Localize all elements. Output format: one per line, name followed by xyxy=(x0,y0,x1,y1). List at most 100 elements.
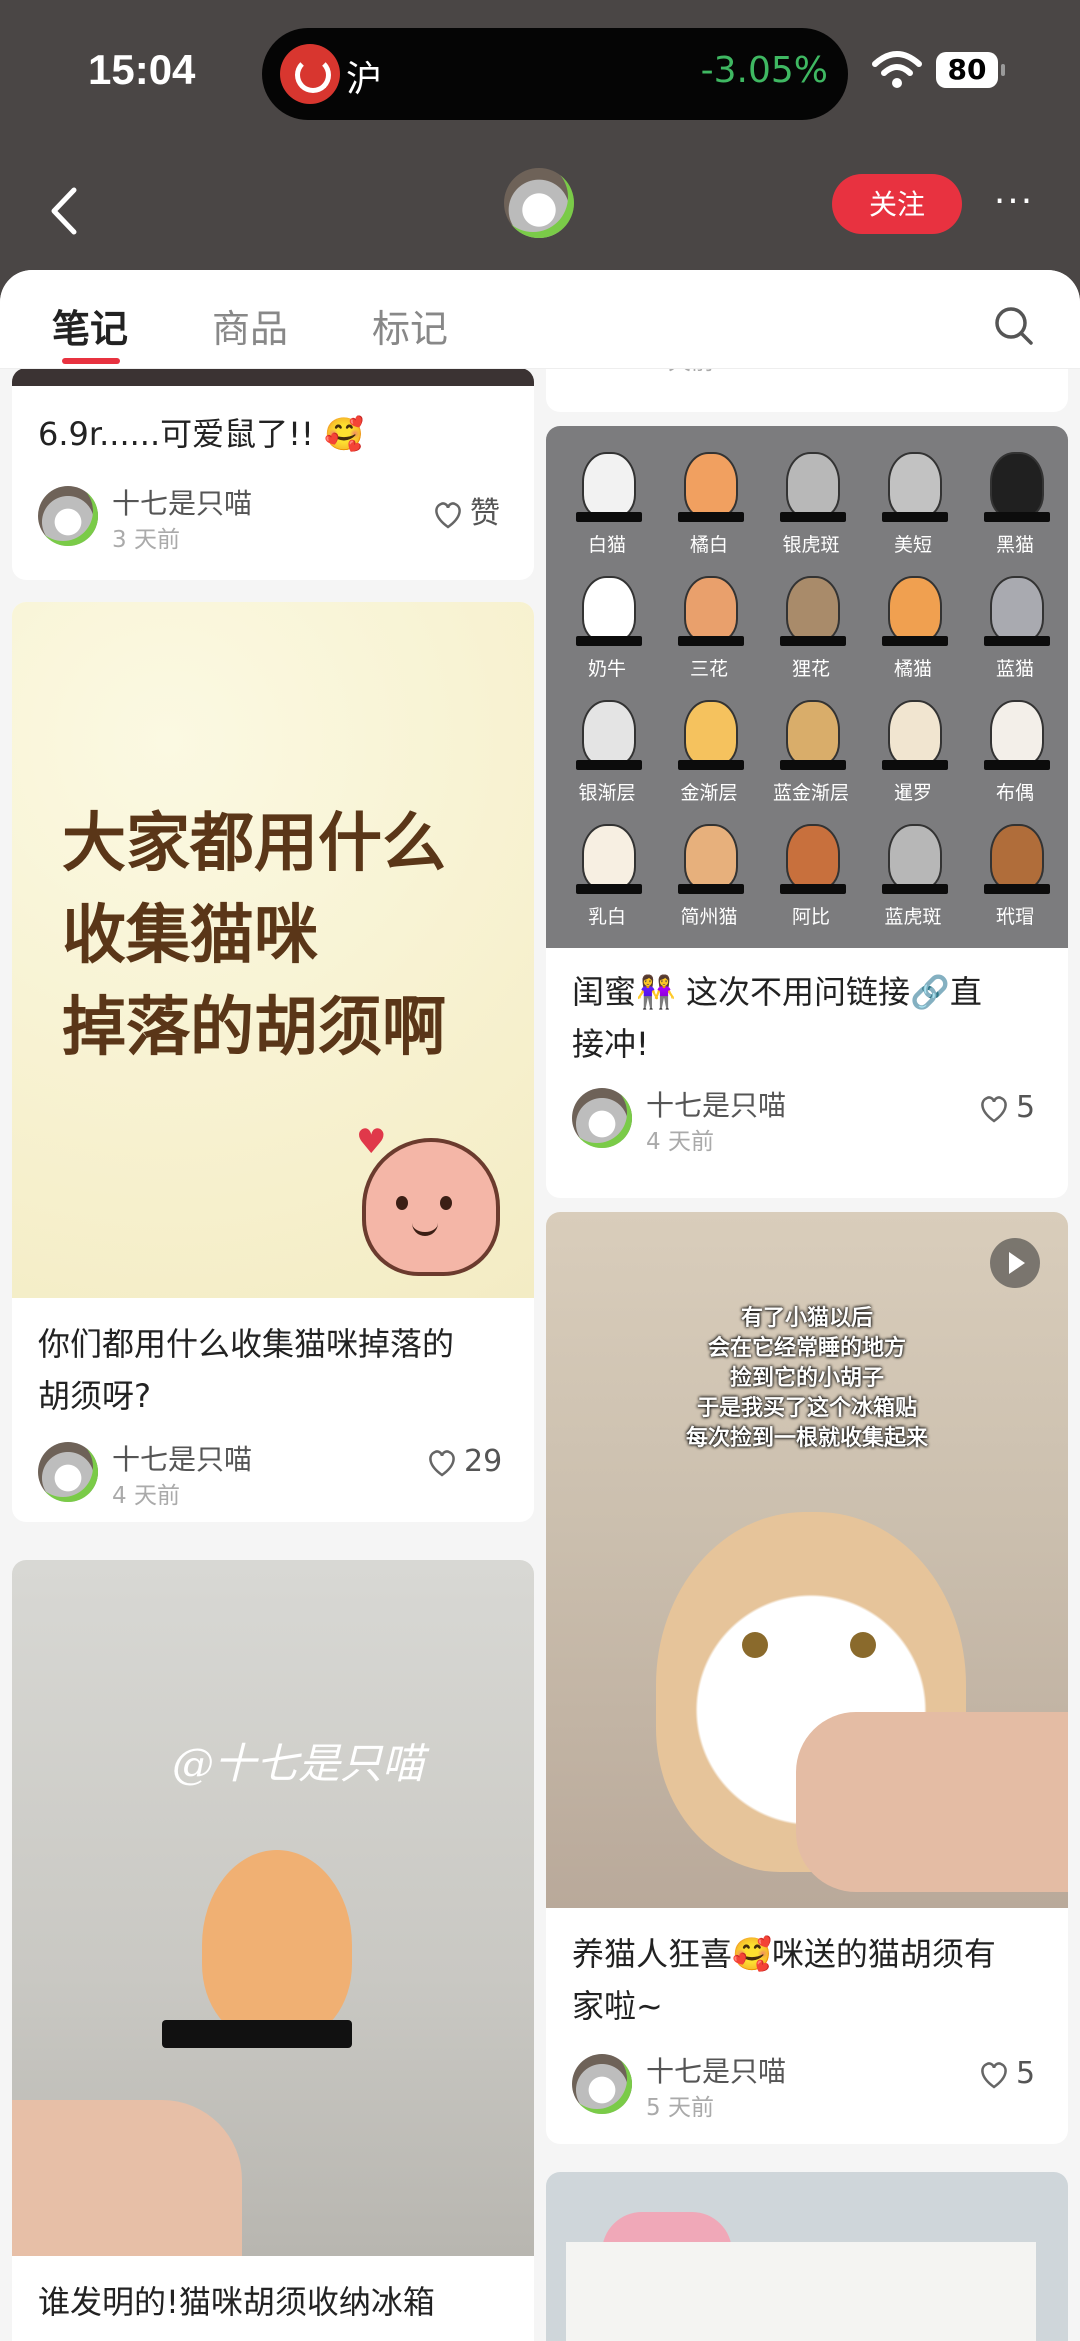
content-sheet: 笔记 商品 标记 6.9r......可爱鼠了!! 🥰 十七是只喵 3 天前 赞… xyxy=(0,270,1080,2341)
cat-magnet xyxy=(888,452,942,518)
cat-magnet xyxy=(684,452,738,518)
magnet-base xyxy=(984,760,1050,770)
cat-magnet xyxy=(582,700,636,766)
cat-magnet xyxy=(582,452,636,518)
heart-icon xyxy=(981,1095,1007,1123)
heart-icon xyxy=(429,1449,455,1477)
magnet-base xyxy=(984,884,1050,894)
stock-app-icon xyxy=(280,44,340,104)
magnet-base xyxy=(780,760,846,770)
like-count: 5 xyxy=(1016,1090,1036,1125)
author-name: 十七是只喵 xyxy=(646,2055,787,2088)
battery-icon: 80 xyxy=(936,52,1005,88)
cat-breed-label: 玳瑁 xyxy=(995,906,1034,928)
note-title: 养猫人狂喜🥰咪送的猫胡须有 家啦~ xyxy=(572,1935,996,2025)
cat-breed-label: 美短 xyxy=(893,534,932,556)
note-date: 4 天前 xyxy=(646,1129,714,1155)
video-play-icon[interactable] xyxy=(990,1238,1040,1288)
cat-magnet xyxy=(786,824,840,890)
cat-breed-label: 蓝金渐层 xyxy=(772,782,849,804)
note-cover-image: @十七是只喵 xyxy=(12,1560,534,2256)
like-button[interactable]: 29 xyxy=(426,1444,502,1479)
cat-breed-label: 阿比 xyxy=(791,906,830,928)
cat-breed-label: 狸花 xyxy=(791,658,830,680)
active-tab-indicator xyxy=(62,358,120,364)
clock: 15:04 xyxy=(88,46,196,93)
dynamic-island-stock-activity[interactable]: 沪 -3.05% xyxy=(262,28,848,120)
more-icon[interactable]: ··· xyxy=(986,180,1042,224)
cover-headline: 大家都用什么 收集猫咪 掉落的胡须啊 xyxy=(62,807,446,1065)
magnet-base xyxy=(984,512,1050,522)
follow-button[interactable]: 关注 xyxy=(832,174,962,234)
image-watermark: @十七是只喵 xyxy=(172,1739,425,1788)
cat-magnet xyxy=(684,824,738,890)
note-card[interactable]: @十七是只喵 谁发明的!猫咪胡须收纳冰箱 xyxy=(12,1560,534,2341)
author-name: 十七是只喵 xyxy=(112,487,253,520)
note-cover-image: 白猫 橘白 银虎斑 美短 黑猫 奶牛 三花 狸花 橘猫 蓝猫 银渐层 金渐层 蓝金渐层 暹罗 布偶 乳白 简州猫… xyxy=(546,426,1068,948)
back-arrow-icon[interactable] xyxy=(44,186,84,236)
note-card[interactable] xyxy=(546,2172,1068,2341)
cat-magnet xyxy=(990,452,1044,518)
search-icon[interactable] xyxy=(994,306,1034,346)
tab-marks[interactable]: 标记 xyxy=(372,298,448,353)
cat-magnet xyxy=(786,576,840,642)
heart-icon xyxy=(435,501,461,529)
tab-notes[interactable]: 笔记 xyxy=(52,298,128,353)
cat-breed-label: 橘白 xyxy=(689,534,728,556)
like-button[interactable]: 5 xyxy=(978,1090,1035,1125)
tab-products[interactable]: 商品 xyxy=(212,298,288,353)
note-cover-image xyxy=(12,368,534,386)
note-cover-image xyxy=(546,2172,1068,2341)
magnet-base xyxy=(678,636,744,646)
magnet-base xyxy=(678,884,744,894)
cat-breed-label: 银虎斑 xyxy=(782,534,840,556)
magnet-base xyxy=(162,2020,352,2048)
cat-breed-label: 白猫 xyxy=(587,534,626,556)
video-caption: 有了小猫以后 会在它经常睡的地方 捡到它的小胡子 于是我买了这个冰箱贴 每次捡到… xyxy=(685,1306,928,1451)
magnet-base xyxy=(984,636,1050,646)
cat-magnet xyxy=(888,700,942,766)
status-bar: 15:04 沪 -3.05% 80 xyxy=(0,0,1080,150)
magnet-base xyxy=(780,884,846,894)
like-count: 29 xyxy=(464,1444,503,1479)
cat-breed-label: 蓝猫 xyxy=(995,658,1034,680)
wifi-icon xyxy=(872,51,922,88)
note-card[interactable]: 大家都用什么 收集猫咪 掉落的胡须啊 ♥ 你们都用什么收集猫咪掉落的 胡须呀? … xyxy=(12,602,534,1522)
cat-breed-label: 暹罗 xyxy=(893,782,932,804)
cat-breed-label: 银渐层 xyxy=(578,782,636,804)
cat-magnet xyxy=(990,576,1044,642)
like-button[interactable]: 赞 xyxy=(432,488,500,532)
cat-magnet xyxy=(888,576,942,642)
cat-breed-label: 简州猫 xyxy=(680,906,738,928)
cat-magnet xyxy=(990,700,1044,766)
magnet-base xyxy=(882,760,948,770)
magnet-base xyxy=(882,884,948,894)
note-title: 闺蜜👭 这次不用问链接🔗直 接冲! xyxy=(572,973,982,1063)
note-date: 4 天前 xyxy=(112,1483,180,1509)
note-card[interactable]: 有了小猫以后 会在它经常睡的地方 捡到它的小胡子 于是我买了这个冰箱贴 每次捡到… xyxy=(546,1212,1068,2144)
magnet-base xyxy=(882,636,948,646)
cat-breed-label: 布偶 xyxy=(995,782,1034,804)
magnet-base xyxy=(780,512,846,522)
cat-breed-label: 乳白 xyxy=(587,906,626,928)
note-card[interactable]: 6.9r......可爱鼠了!! 🥰 十七是只喵 3 天前 赞 xyxy=(12,368,534,580)
magnet-base xyxy=(882,512,948,522)
cat-magnet xyxy=(990,824,1044,890)
like-count: 5 xyxy=(1016,2056,1036,2091)
cat-breed-label: 三花 xyxy=(689,658,728,680)
magnet-base xyxy=(576,512,642,522)
magnet-base xyxy=(678,760,744,770)
profile-avatar[interactable] xyxy=(504,168,574,238)
magnet-base xyxy=(576,884,642,894)
note-title: 你们都用什么收集猫咪掉落的 胡须呀? xyxy=(38,1325,455,1415)
cat-magnet xyxy=(582,576,636,642)
stock-change: -3.05% xyxy=(700,50,828,91)
magnet-base xyxy=(576,636,642,646)
note-title: 谁发明的!猫咪胡须收纳冰箱 xyxy=(38,2283,435,2321)
author-avatar xyxy=(38,1442,98,1502)
cat-magnet xyxy=(582,824,636,890)
cat-magnet xyxy=(786,452,840,518)
like-button[interactable]: 5 xyxy=(978,2056,1035,2091)
author-avatar xyxy=(38,486,98,546)
note-card[interactable]: 白猫 橘白 银虎斑 美短 黑猫 奶牛 三花 狸花 橘猫 蓝猫 银渐层 金渐层 蓝金渐层 暹罗 布偶 乳白 简州猫… xyxy=(546,426,1068,1198)
